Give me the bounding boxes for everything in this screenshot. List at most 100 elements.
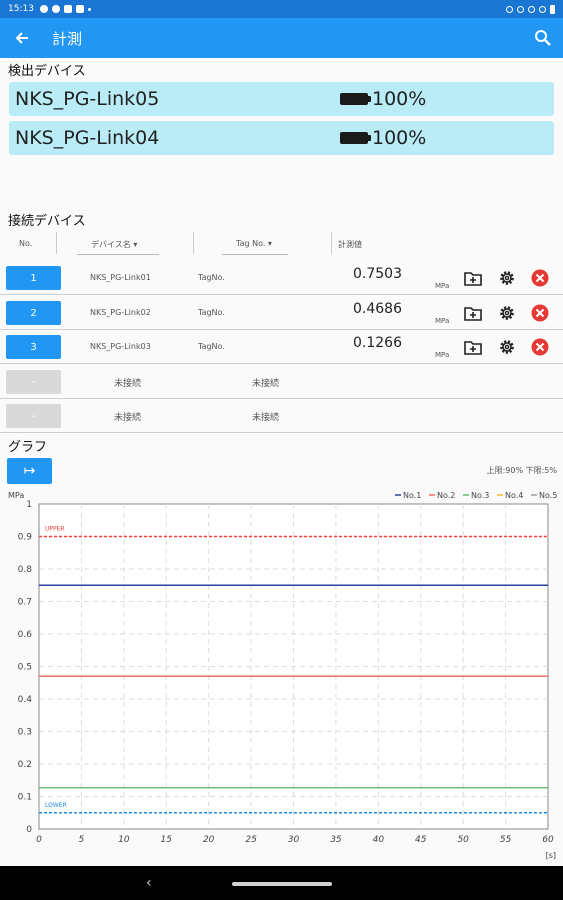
header-device-name[interactable]: デバイス名 ▾ <box>91 239 137 250</box>
battery-icon <box>340 132 371 144</box>
device-name: NKS_PG-Link03 <box>90 342 151 351</box>
notification-icons <box>39 5 91 13</box>
y-tick-label: 0.7 <box>18 598 32 608</box>
x-tick-label: 15 <box>161 835 173 845</box>
x-axis-label: [s] <box>546 851 556 860</box>
device-number-button[interactable]: - <box>6 370 61 394</box>
x-tick-label: 45 <box>415 835 427 845</box>
device-tag: TagNo. <box>198 342 225 351</box>
close-circle-icon <box>531 269 549 287</box>
device-number-button[interactable]: 1 <box>6 266 61 290</box>
nav-back-button[interactable]: ‹ <box>146 875 152 891</box>
device-value: 0.4686 <box>353 301 402 317</box>
y-tick-label: 0 <box>26 825 32 835</box>
folder-add-icon <box>464 341 482 355</box>
wifi-icon <box>539 5 546 13</box>
x-tick-label: 5 <box>79 835 85 845</box>
battery-icon <box>340 93 371 105</box>
legend-item: No.3 <box>471 491 489 500</box>
back-button[interactable] <box>0 18 44 58</box>
legend-item: No.5 <box>539 491 557 500</box>
folder-add-button[interactable] <box>463 303 483 323</box>
disconnect-button[interactable] <box>530 268 550 288</box>
device-number-button[interactable]: 3 <box>6 335 61 359</box>
folder-add-button[interactable] <box>463 268 483 288</box>
status-time: 15:13 <box>8 4 34 14</box>
header-no: No. <box>19 239 33 248</box>
connected-device-row: 3 NKS_PG-Link03 TagNo. 0.1266 MPa <box>0 330 563 364</box>
threshold-label: UPPER <box>45 526 65 533</box>
device-name: 未接続 <box>114 379 142 389</box>
disconnect-button[interactable] <box>530 337 550 357</box>
notification-icon <box>51 5 60 13</box>
empty-device-row: - 未接続 未接続 <box>0 365 563 399</box>
y-tick-label: 0.5 <box>18 663 32 673</box>
connected-table-header: No. デバイス名 ▾ Tag No. ▾ 計測値 <box>0 228 563 258</box>
settings-button[interactable] <box>497 268 517 288</box>
sort-down-icon: ▾ <box>133 240 138 249</box>
folder-add-button[interactable] <box>463 337 483 357</box>
y-tick-label: 0.9 <box>18 533 33 543</box>
device-number-button[interactable]: 2 <box>6 301 61 325</box>
header-underline <box>222 254 288 255</box>
header-value: 計測値 <box>338 240 362 249</box>
device-name: NKS_PG-Link02 <box>90 308 151 317</box>
sort-down-icon: ▾ <box>267 239 272 248</box>
dnd-icon <box>528 5 535 13</box>
close-circle-icon <box>531 338 549 356</box>
close-circle-icon <box>531 304 549 322</box>
y-tick-label: 0.6 <box>18 630 33 640</box>
header-tag-no[interactable]: Tag No. ▾ <box>236 239 272 248</box>
device-unit: MPa <box>435 351 450 359</box>
threshold-label: LOWER <box>45 802 67 809</box>
detected-device-battery: 100% <box>372 88 427 110</box>
y-tick-label: 1 <box>26 500 32 510</box>
y-tick-label: 0.4 <box>18 695 33 705</box>
scroll-to-latest-button[interactable]: ↦ <box>7 458 52 484</box>
detected-devices-title: 検出デバイス <box>8 64 86 79</box>
bluetooth-icon <box>506 5 513 13</box>
detected-device-battery: 100% <box>372 127 427 149</box>
x-tick-label: 35 <box>330 835 342 845</box>
page-title: 計測 <box>52 29 83 48</box>
gear-icon <box>500 271 514 285</box>
device-unit: MPa <box>435 317 450 325</box>
device-number-button[interactable]: - <box>6 404 61 428</box>
settings-button[interactable] <box>497 303 517 323</box>
gear-icon <box>500 340 514 354</box>
search-icon <box>535 30 551 46</box>
image-notification-icon <box>75 5 84 13</box>
header-divider <box>331 232 332 254</box>
settings-button[interactable] <box>497 337 517 357</box>
x-tick-label: 55 <box>500 835 512 845</box>
chart-svg: 00.10.20.30.40.50.60.70.80.910 5 10 15 20 25 3… <box>8 491 557 860</box>
header-divider <box>56 232 57 254</box>
connected-device-row: 2 NKS_PG-Link02 TagNo. 0.4686 MPa <box>0 296 563 330</box>
header-underline <box>77 254 159 255</box>
device-tag: TagNo. <box>198 308 225 317</box>
more-notifications-icon <box>87 7 91 11</box>
x-tick-label: 40 <box>373 835 385 845</box>
home-gesture-pill[interactable] <box>232 882 332 886</box>
settings-notification-icon <box>63 5 72 13</box>
detected-device-row[interactable]: NKS_PG-Link04 100% <box>9 121 554 155</box>
detected-device-row[interactable]: NKS_PG-Link05 100% <box>9 82 554 116</box>
empty-device-row: - 未接続 未接続 <box>0 399 563 433</box>
detected-device-name: NKS_PG-Link04 <box>15 127 160 149</box>
legend-item: No.2 <box>437 491 455 500</box>
legend-item: No.4 <box>505 491 523 500</box>
y-tick-label: 0.1 <box>18 793 32 803</box>
connected-devices-title: 接続デバイス <box>8 214 86 229</box>
device-name: NKS_PG-Link01 <box>90 273 151 282</box>
search-button[interactable] <box>523 18 563 58</box>
app-bar: 計測 <box>0 18 563 58</box>
folder-add-icon <box>464 307 482 321</box>
info-icon <box>39 5 48 13</box>
device-unit: MPa <box>435 282 450 290</box>
x-tick-label: 0 <box>36 835 42 845</box>
y-tick-label: 0.2 <box>18 760 32 770</box>
x-tick-label: 20 <box>203 835 215 845</box>
y-tick-label: 0.3 <box>18 728 32 738</box>
disconnect-button[interactable] <box>530 303 550 323</box>
legend-item: No.1 <box>403 491 421 500</box>
